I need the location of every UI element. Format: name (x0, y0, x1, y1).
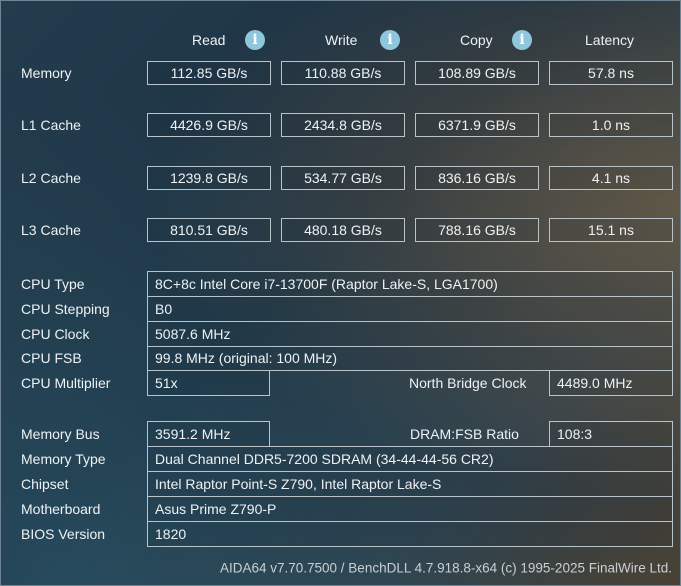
row-label-l1-cache: L1 Cache (21, 117, 81, 133)
memory-read-value: 112.85 GB/s (147, 61, 271, 85)
row-label-l3-cache: L3 Cache (21, 222, 81, 238)
l1-copy-value: 6371.9 GB/s (415, 113, 539, 137)
chipset-label: Chipset (21, 476, 69, 492)
cpu-clock-value: 5087.6 MHz (147, 321, 673, 347)
l2-write-value: 534.77 GB/s (281, 166, 405, 190)
cpu-type-value: 8C+8c Intel Core i7-13700F (Raptor Lake-… (147, 271, 673, 297)
north-bridge-clock-value: 4489.0 MHz (549, 370, 673, 396)
l2-latency-value: 4.1 ns (549, 166, 673, 190)
header-copy: Copy (460, 32, 493, 48)
dram-fsb-ratio-label: DRAM:FSB Ratio (410, 426, 519, 442)
memory-type-value: Dual Channel DDR5-7200 SDRAM (34-44-44-5… (147, 446, 673, 472)
dram-fsb-ratio-value: 108:3 (549, 421, 673, 447)
row-label-l2-cache: L2 Cache (21, 170, 81, 186)
l1-write-value: 2434.8 GB/s (281, 113, 405, 137)
cpu-type-label: CPU Type (21, 276, 85, 292)
memory-bus-value: 3591.2 MHz (147, 421, 270, 447)
l3-write-value: 480.18 GB/s (281, 218, 405, 242)
motherboard-value: Asus Prime Z790-P (147, 496, 673, 522)
memory-bus-label: Memory Bus (21, 426, 100, 442)
header-read: Read (192, 32, 226, 48)
l1-read-value: 4426.9 GB/s (147, 113, 271, 137)
cpu-multiplier-value: 51x (147, 370, 270, 396)
bios-version-value: 1820 (147, 521, 673, 547)
memory-copy-value: 108.89 GB/s (415, 61, 539, 85)
read-info-icon[interactable]: i (245, 30, 265, 50)
footer-copyright: AIDA64 v7.70.7500 / BenchDLL 4.7.918.8-x… (219, 560, 672, 576)
memory-latency-value: 57.8 ns (549, 61, 673, 85)
write-info-icon[interactable]: i (380, 30, 400, 50)
cpu-multiplier-label: CPU Multiplier (21, 375, 111, 391)
l2-read-value: 1239.8 GB/s (147, 166, 271, 190)
cpu-clock-label: CPU Clock (21, 326, 90, 342)
cpu-fsb-value: 99.8 MHz (original: 100 MHz) (147, 346, 673, 371)
header-write: Write (325, 32, 358, 48)
copy-info-icon[interactable]: i (512, 30, 532, 50)
memory-type-label: Memory Type (21, 451, 106, 467)
cpu-stepping-value: B0 (147, 296, 673, 322)
chipset-value: Intel Raptor Point-S Z790, Intel Raptor … (147, 471, 673, 497)
l1-latency-value: 1.0 ns (549, 113, 673, 137)
l3-latency-value: 15.1 ns (549, 218, 673, 242)
l3-read-value: 810.51 GB/s (147, 218, 271, 242)
l2-copy-value: 836.16 GB/s (415, 166, 539, 190)
l3-copy-value: 788.16 GB/s (415, 218, 539, 242)
north-bridge-clock-label: North Bridge Clock (409, 375, 527, 391)
row-label-memory: Memory (21, 65, 72, 81)
header-latency: Latency (585, 32, 635, 48)
cpu-stepping-label: CPU Stepping (21, 301, 110, 317)
cpu-fsb-label: CPU FSB (21, 350, 82, 366)
memory-write-value: 110.88 GB/s (281, 61, 405, 85)
motherboard-label: Motherboard (21, 501, 101, 517)
bios-version-label: BIOS Version (21, 526, 106, 542)
